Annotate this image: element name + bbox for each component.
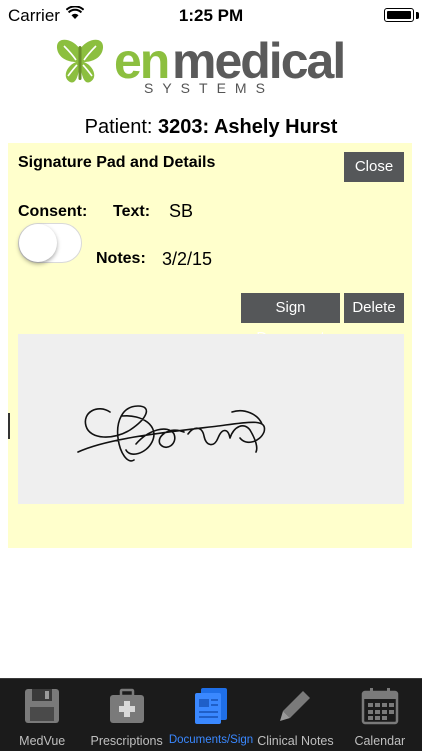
patient-name: 3203: Ashely Hurst <box>158 116 338 138</box>
notes-label: Notes: <box>96 250 146 267</box>
floppy-disk-icon <box>25 689 60 723</box>
calendar-icon <box>361 688 399 725</box>
delete-button[interactable]: Delete <box>344 293 404 323</box>
consent-label: Consent: <box>18 203 88 220</box>
sign-document-button[interactable]: Sign Document <box>241 293 340 346</box>
status-bar: Carrier 1:25 PM <box>0 0 422 32</box>
logo-systems: SYSTEMS <box>144 80 274 96</box>
tab-prescriptions[interactable]: Prescriptions <box>84 679 168 751</box>
tab-clinical-notes[interactable]: Clinical Notes <box>253 679 337 751</box>
battery-tip <box>416 12 419 19</box>
clock: 1:25 PM <box>178 6 244 25</box>
patient-header: Patient: 3203: Ashely Hurst <box>0 116 422 139</box>
tab-calendar[interactable]: Calendar <box>338 679 422 751</box>
tab-documents-sign[interactable]: Documents/Sign <box>169 679 253 751</box>
tab-label: Documents/Sign <box>168 734 254 746</box>
tab-medvue[interactable]: MedVue <box>0 679 84 751</box>
enmedical-logo: en medical SYSTEMS <box>54 33 354 100</box>
tab-bar: MedVue Prescriptions Documents/Sign Clin… <box>0 678 422 751</box>
text-label: Text: <box>113 203 151 220</box>
documents-icon <box>195 688 228 724</box>
tab-label: Calendar <box>354 734 406 748</box>
text-cursor <box>8 413 10 439</box>
signature-panel: Signature Pad and Details Close Consent:… <box>8 143 412 548</box>
pencil-icon <box>280 691 311 721</box>
tab-label: Clinical Notes <box>257 734 334 748</box>
signature-stroke <box>77 405 266 462</box>
notes-value: 3/2/15 <box>162 249 213 269</box>
butterfly-icon <box>56 39 104 83</box>
consent-toggle[interactable] <box>18 223 82 263</box>
signature-pad[interactable] <box>18 334 404 504</box>
tab-label: Prescriptions <box>90 734 163 748</box>
panel-title: Signature Pad and Details <box>18 154 216 171</box>
medical-kit-icon <box>109 688 144 723</box>
text-value: SB <box>169 201 194 221</box>
toggle-knob <box>19 224 57 262</box>
patient-label: Patient: <box>84 116 153 138</box>
tab-label: MedVue <box>19 734 66 748</box>
close-button[interactable]: Close <box>344 152 404 182</box>
battery-icon <box>384 8 414 22</box>
